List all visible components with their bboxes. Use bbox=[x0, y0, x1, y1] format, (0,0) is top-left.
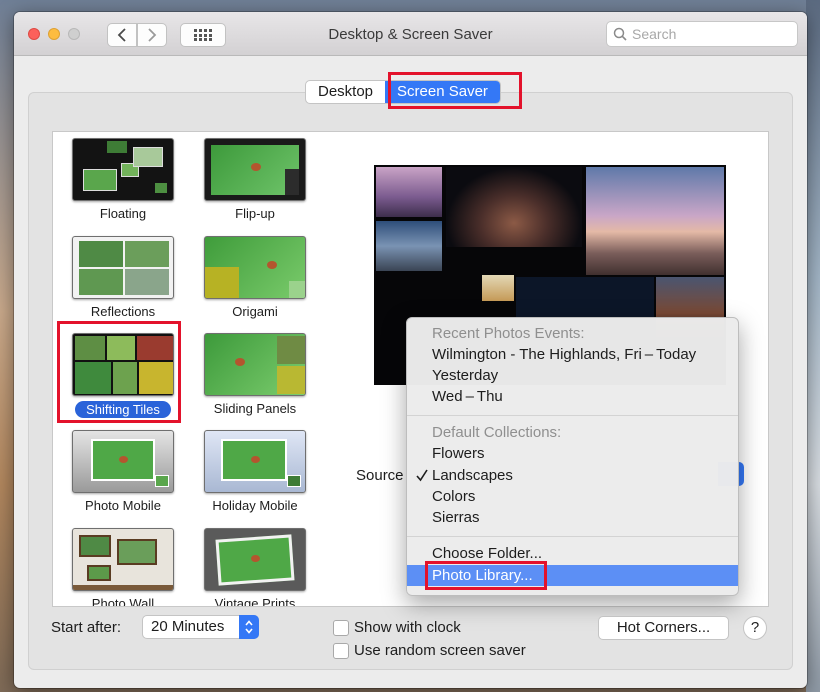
start-after-popup[interactable]: 20 Minutes bbox=[142, 615, 259, 639]
popup-stepper-icon bbox=[239, 615, 259, 639]
menu-item-flowers[interactable]: Flowers bbox=[407, 443, 738, 464]
source-label: Source bbox=[356, 467, 404, 484]
search-placeholder: Search bbox=[632, 26, 677, 42]
menu-item-landscapes[interactable]: Landscapes bbox=[407, 465, 738, 486]
thumbnail-sliding-panels bbox=[204, 333, 306, 396]
desktop-background-edge bbox=[806, 0, 820, 692]
start-after-label: Start after: bbox=[51, 619, 122, 636]
screen-saver-holiday-mobile[interactable]: Holiday Mobile bbox=[189, 430, 321, 513]
tab-desktop[interactable]: Desktop bbox=[306, 81, 385, 103]
tab-bar: Desktop Screen Saver bbox=[305, 80, 501, 104]
thumbnail-origami bbox=[204, 236, 306, 299]
screen-saver-list: Floating Flip-up Reflections Origami Shi… bbox=[52, 131, 335, 607]
thumbnail-reflections bbox=[72, 236, 174, 299]
menu-header-recent: Recent Photos Events: bbox=[432, 325, 585, 342]
screen-saver-reflections[interactable]: Reflections bbox=[57, 236, 189, 319]
menu-item-choose-folder[interactable]: Choose Folder... bbox=[407, 543, 738, 564]
menu-item-recent[interactable]: Wed – Thu bbox=[407, 386, 738, 407]
random-screen-saver-label: Use random screen saver bbox=[354, 642, 526, 659]
thumbnail-shifting-tiles bbox=[72, 333, 174, 396]
menu-item-label: Landscapes bbox=[432, 467, 513, 484]
screen-saver-photo-wall[interactable]: Photo Wall bbox=[57, 528, 189, 607]
menu-separator bbox=[407, 536, 738, 537]
random-screen-saver-checkbox[interactable] bbox=[333, 643, 349, 659]
screen-saver-floating[interactable]: Floating bbox=[57, 138, 189, 221]
preview-tile bbox=[586, 167, 724, 275]
preview-tile bbox=[446, 167, 582, 247]
tab-screen-saver[interactable]: Screen Saver bbox=[385, 81, 500, 103]
screen-saver-label: Photo Mobile bbox=[85, 498, 161, 513]
thumbnail-vintage-prints bbox=[204, 528, 306, 591]
thumbnail-holiday-mobile bbox=[204, 430, 306, 493]
screen-saver-label-selected: Shifting Tiles bbox=[75, 401, 171, 418]
screen-saver-origami[interactable]: Origami bbox=[189, 236, 321, 319]
menu-item-recent[interactable]: Wilmington - The Highlands, Fri – Today bbox=[407, 344, 738, 365]
screen-saver-label: Floating bbox=[99, 206, 147, 221]
thumbnail-floating bbox=[72, 138, 174, 201]
show-with-clock-label: Show with clock bbox=[354, 619, 461, 636]
screen-saver-vintage-prints[interactable]: Vintage Prints bbox=[189, 528, 321, 607]
screen-saver-label: Origami bbox=[232, 304, 278, 319]
preview-tile bbox=[482, 275, 514, 301]
screen-saver-label: Holiday Mobile bbox=[212, 498, 298, 513]
help-button[interactable]: ? bbox=[743, 616, 767, 640]
screen-saver-flip-up[interactable]: Flip-up bbox=[189, 138, 321, 221]
thumbnail-photo-mobile bbox=[72, 430, 174, 493]
menu-item-sierras[interactable]: Sierras bbox=[407, 507, 738, 528]
checkmark-icon bbox=[416, 469, 428, 482]
title-bar: Desktop & Screen Saver Search bbox=[14, 12, 807, 56]
menu-item-recent[interactable]: Yesterday bbox=[407, 365, 738, 386]
screen-saver-label: Flip-up bbox=[235, 206, 275, 221]
screen-saver-label: Vintage Prints bbox=[214, 596, 296, 607]
start-after-value: 20 Minutes bbox=[151, 618, 225, 635]
screen-saver-label: Reflections bbox=[90, 304, 156, 319]
menu-item-photo-library[interactable]: Photo Library... bbox=[407, 565, 738, 586]
hot-corners-button[interactable]: Hot Corners... bbox=[598, 616, 729, 640]
thumbnail-flip-up bbox=[204, 138, 306, 201]
source-dropdown-menu: Recent Photos Events: Wilmington - The H… bbox=[406, 317, 739, 596]
preview-tile bbox=[376, 167, 442, 217]
screen-saver-sliding-panels[interactable]: Sliding Panels bbox=[189, 333, 321, 416]
search-field[interactable]: Search bbox=[606, 21, 798, 47]
menu-separator bbox=[407, 415, 738, 416]
screen-saver-shifting-tiles[interactable]: Shifting Tiles bbox=[57, 333, 189, 418]
search-icon bbox=[613, 27, 627, 41]
screen-saver-label: Sliding Panels bbox=[213, 401, 297, 416]
preferences-window: Desktop & Screen Saver Search Desktop Sc… bbox=[14, 12, 807, 688]
thumbnail-photo-wall bbox=[72, 528, 174, 591]
menu-item-colors[interactable]: Colors bbox=[407, 486, 738, 507]
screen-saver-label: Photo Wall bbox=[91, 596, 155, 607]
menu-header-collections: Default Collections: bbox=[432, 424, 562, 441]
show-with-clock-checkbox[interactable] bbox=[333, 620, 349, 636]
preview-tile bbox=[376, 221, 442, 271]
screen-saver-photo-mobile[interactable]: Photo Mobile bbox=[57, 430, 189, 513]
